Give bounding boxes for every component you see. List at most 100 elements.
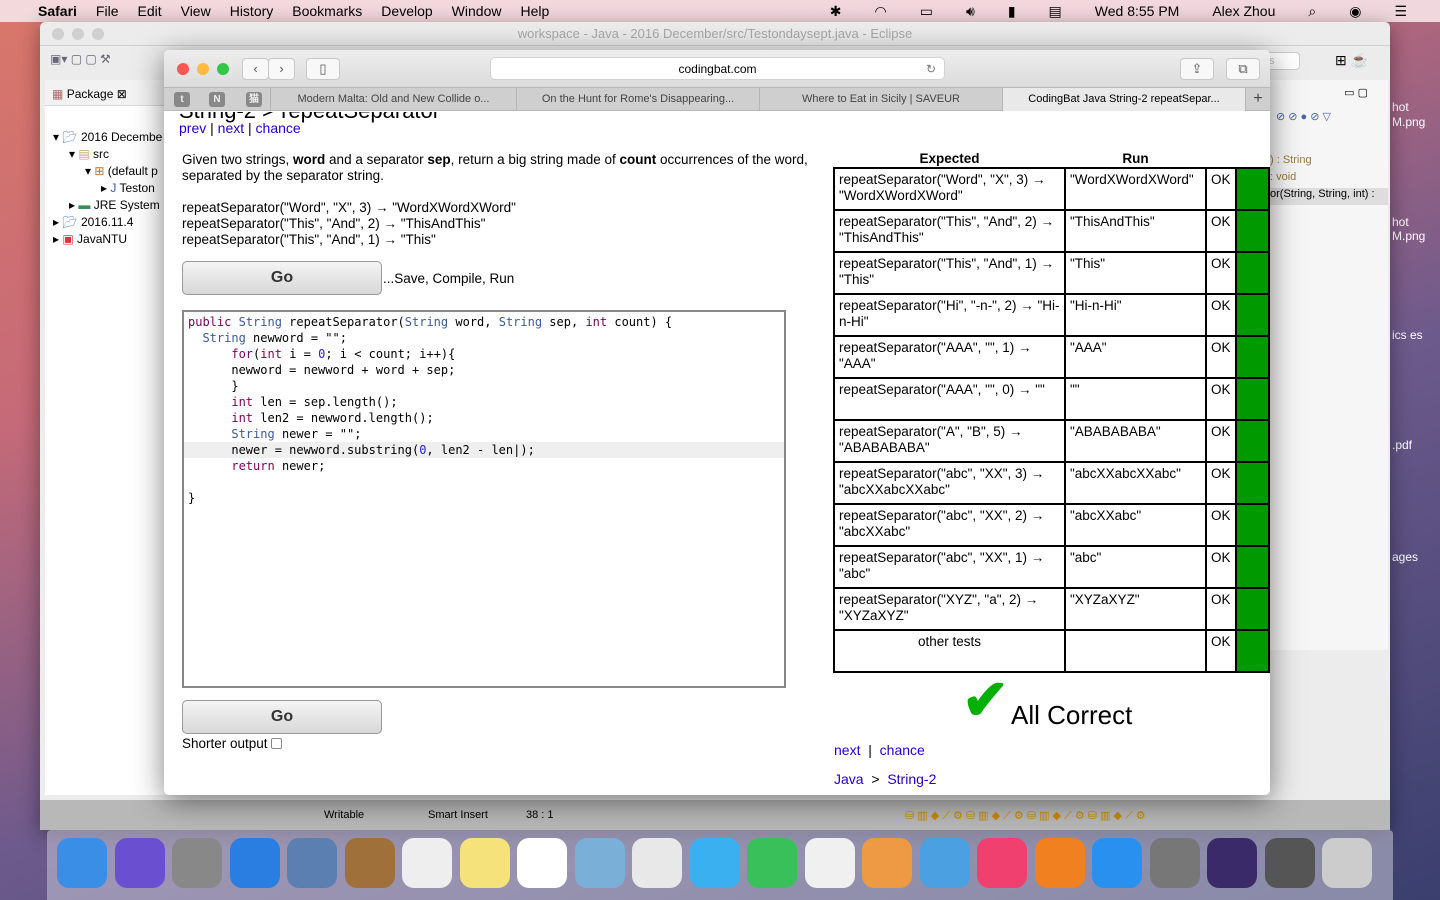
tab[interactable]: On the Hunt for Rome's Disappearing... (516, 88, 759, 111)
view-controls[interactable]: ▭ ▢ (1270, 80, 1388, 110)
close-button[interactable] (52, 28, 64, 40)
zoom-button[interactable] (217, 63, 229, 75)
dock-app-icon[interactable] (919, 838, 970, 888)
user-name[interactable]: Alex Zhou (1212, 3, 1275, 20)
spotlight-icon[interactable]: ⌕ (1308, 3, 1316, 20)
menu-history[interactable]: History (230, 3, 274, 19)
menu-edit[interactable]: Edit (137, 3, 161, 19)
dock-app-icon[interactable] (804, 838, 855, 888)
tree-item[interactable]: ▾ ▤ src (45, 147, 167, 164)
outline-item[interactable]: ) : String (1270, 154, 1388, 171)
close-button[interactable] (177, 63, 189, 75)
sidebar-button[interactable]: ▯ (306, 58, 340, 80)
desktop-icon[interactable]: ics es (1392, 328, 1423, 342)
chance-link[interactable]: chance (256, 120, 301, 136)
battery-icon[interactable]: ▮ (1008, 3, 1016, 20)
zoom-button[interactable] (92, 28, 104, 40)
dock-app-icon[interactable] (344, 838, 395, 888)
airplay-icon[interactable]: ▭ (920, 3, 933, 20)
dock-app-icon[interactable] (862, 838, 912, 888)
pinned-tab[interactable]: N (209, 92, 225, 107)
java-link[interactable]: Java (834, 771, 864, 787)
minimize-button[interactable] (72, 28, 84, 40)
dock-app-icon[interactable] (114, 838, 165, 888)
minimize-button[interactable] (197, 63, 209, 75)
dock-app-icon[interactable] (1034, 838, 1085, 888)
tree-item[interactable]: ▸ ▬ JRE System (45, 198, 167, 215)
reload-icon[interactable]: ↻ (926, 58, 936, 80)
wifi-icon[interactable]: ◠ (875, 3, 887, 20)
tree-item[interactable]: ▸ J Teston (45, 181, 167, 198)
package-tab[interactable]: Package (67, 87, 114, 101)
dock-app-icon[interactable] (459, 838, 510, 888)
chance-link-bottom[interactable]: chance (880, 742, 925, 758)
bluetooth-icon[interactable]: ✱ (830, 3, 842, 20)
outline-toolbar[interactable]: ⊘ ⊘ ● ⊘ ▽ (1270, 110, 1388, 130)
status-tool-icons[interactable]: ⛁ ▥ ◆ ⟋ ⚙ ⛁ ▥ ◆ ⟋ ⚙ ⛁ ▥ ◆ ⟋ ⚙ ⛁ ▥ ◆ ⟋ ⚙ (905, 809, 1146, 823)
dock-app-icon[interactable] (1322, 838, 1372, 888)
go-button-bottom[interactable]: Go (182, 700, 382, 734)
menu-file[interactable]: File (96, 3, 119, 19)
dock-app-icon[interactable] (689, 838, 740, 888)
notification-center-icon[interactable]: ☰ (1394, 3, 1407, 20)
forward-button[interactable]: › (268, 58, 295, 80)
menu-window[interactable]: Window (452, 3, 502, 19)
dock-app-icon[interactable] (172, 838, 222, 888)
desktop-icon[interactable]: hot M.png (1392, 100, 1440, 130)
tree-item[interactable]: ▾ ⊞ (default p (45, 164, 167, 181)
outline-item[interactable]: or(String, String, int) : (1270, 188, 1388, 205)
shorter-output-checkbox[interactable] (271, 738, 283, 749)
address-bar[interactable]: codingbat.com ↻ (490, 57, 945, 80)
tree-item[interactable]: ▸ 📂︎ 2016.11.4 (45, 215, 167, 232)
menu-help[interactable]: Help (520, 3, 549, 19)
code-editor[interactable]: public String repeatSeparator(String wor… (182, 310, 786, 688)
desktop-icon[interactable]: hot M.png (1392, 215, 1440, 243)
menu-app[interactable]: Safari (38, 3, 77, 19)
share-button[interactable]: ⇪ (1180, 58, 1214, 80)
desktop-icon[interactable]: ages (1392, 550, 1418, 564)
dock-app-icon[interactable] (57, 838, 107, 888)
dock-app-icon[interactable] (632, 838, 682, 888)
run-cell: "WordXWordXWord" (1064, 167, 1207, 211)
dock-app-icon[interactable] (402, 838, 452, 888)
dock-app-icon[interactable] (977, 838, 1027, 888)
dock-app-icon[interactable] (1264, 838, 1315, 888)
siri-icon[interactable]: ◉ (1349, 3, 1361, 20)
flag-icon[interactable]: ▤ (1049, 3, 1062, 20)
new-tab-button[interactable]: + (1245, 88, 1270, 111)
menu-view[interactable]: View (181, 3, 211, 19)
save-hint: ...Save, Compile, Run (383, 271, 515, 286)
pinned-tab[interactable]: t (174, 92, 190, 107)
next-link-bottom[interactable]: next (834, 742, 860, 758)
tabs-overview-button[interactable]: ⧉ (1226, 58, 1260, 80)
go-button[interactable]: Go (182, 261, 382, 295)
dock-app-icon[interactable] (747, 838, 797, 888)
outline-item[interactable]: : void (1270, 171, 1388, 188)
menu-bookmarks[interactable]: Bookmarks (292, 3, 362, 19)
close-icon[interactable]: ⊠ (117, 87, 127, 101)
result-row: repeatSeparator("Hi", "-n-", 2) → "Hi-n-… (833, 293, 1270, 337)
clock[interactable]: Wed 8:55 PM (1095, 3, 1180, 20)
volume-icon[interactable]: 🔊︎ (966, 3, 975, 20)
back-button[interactable]: ‹ (242, 58, 269, 80)
next-link[interactable]: next (218, 120, 244, 136)
perspective-icon[interactable]: ⊞ ☕ (1335, 52, 1368, 69)
tree-item[interactable]: ▾ 📂︎ 2016 Decembe (45, 130, 167, 147)
menu-develop[interactable]: Develop (381, 3, 432, 19)
expected-cell: repeatSeparator("This", "And", 2) → "Thi… (833, 209, 1066, 253)
desktop-icon[interactable]: .pdf (1392, 438, 1412, 452)
prev-link[interactable]: prev (179, 120, 206, 136)
section-link[interactable]: String-2 (887, 771, 936, 787)
tab-active[interactable]: CodingBat Java String-2 repeatSepar... (1002, 88, 1245, 111)
dock-app-icon[interactable] (517, 838, 567, 888)
dock-app-icon[interactable] (229, 838, 280, 888)
dock-app-icon[interactable] (287, 838, 337, 888)
tab[interactable]: Modern Malta: Old and New Collide o... (270, 88, 516, 111)
tab[interactable]: Where to Eat in Sicily | SAVEUR (759, 88, 1002, 111)
dock-app-icon[interactable] (1207, 838, 1257, 888)
dock-app-icon[interactable] (1092, 838, 1142, 888)
tree-item[interactable]: ▸ ▣ JavaNTU (45, 232, 167, 249)
pinned-tab[interactable]: 猫 (246, 92, 262, 107)
dock-app-icon[interactable] (1149, 838, 1200, 888)
dock-app-icon[interactable] (574, 838, 625, 888)
